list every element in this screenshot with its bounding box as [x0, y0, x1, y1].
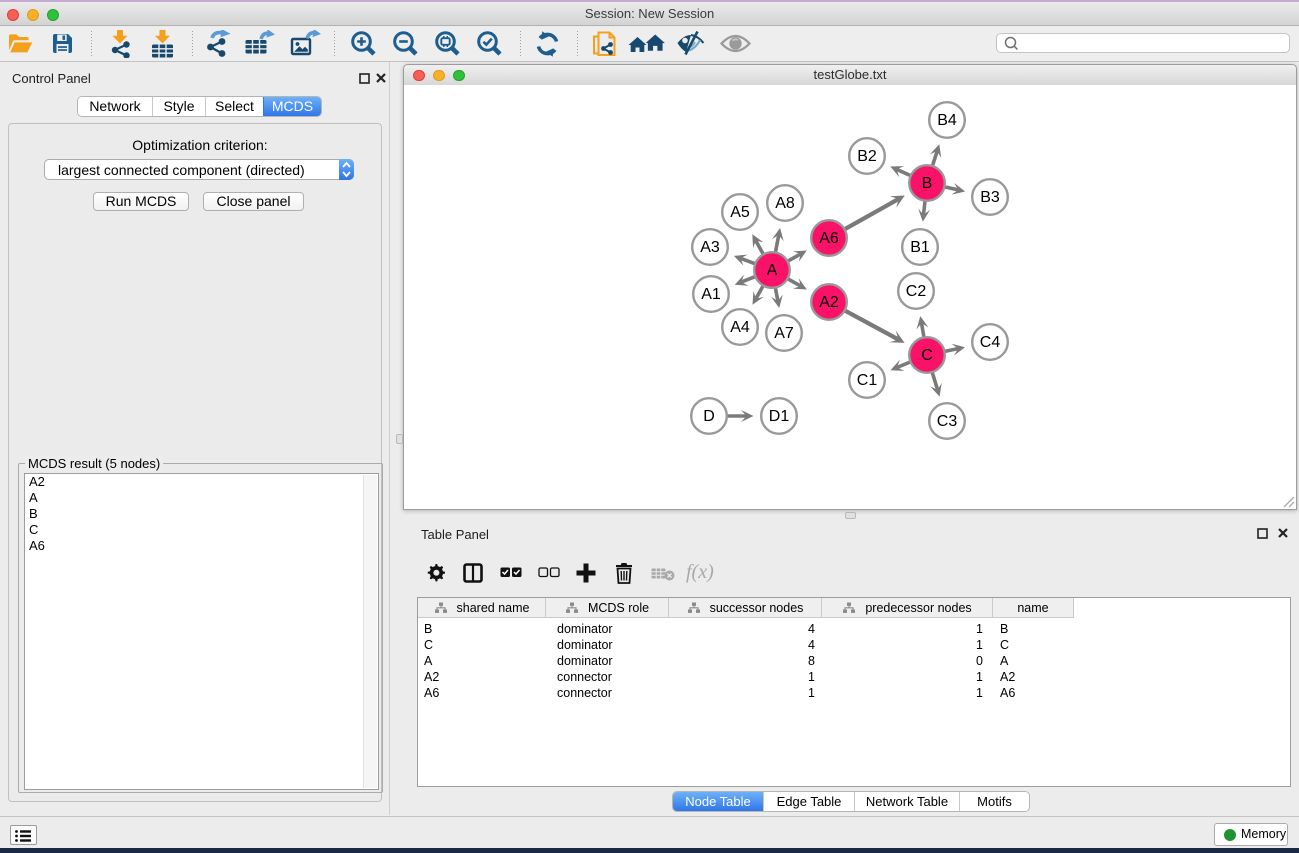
svg-text:C1: C1 [857, 372, 878, 389]
svg-text:B4: B4 [937, 112, 957, 129]
svg-text:A7: A7 [774, 325, 794, 342]
svg-text:C4: C4 [980, 334, 1001, 351]
svg-text:B1: B1 [910, 239, 930, 256]
svg-text:A: A [767, 262, 778, 279]
svg-text:B2: B2 [857, 148, 877, 165]
svg-text:A4: A4 [730, 319, 750, 336]
svg-text:A5: A5 [730, 204, 750, 221]
svg-text:A2: A2 [819, 294, 839, 311]
svg-text:B3: B3 [980, 189, 1000, 206]
svg-text:A1: A1 [701, 286, 721, 303]
svg-text:D: D [703, 408, 715, 425]
svg-text:D1: D1 [769, 408, 790, 425]
svg-text:C2: C2 [906, 283, 927, 300]
svg-text:C3: C3 [937, 413, 958, 430]
svg-text:B: B [922, 175, 933, 192]
svg-text:A8: A8 [775, 195, 795, 212]
svg-text:A6: A6 [819, 230, 839, 247]
svg-text:A3: A3 [700, 239, 720, 256]
svg-text:C: C [921, 347, 933, 364]
